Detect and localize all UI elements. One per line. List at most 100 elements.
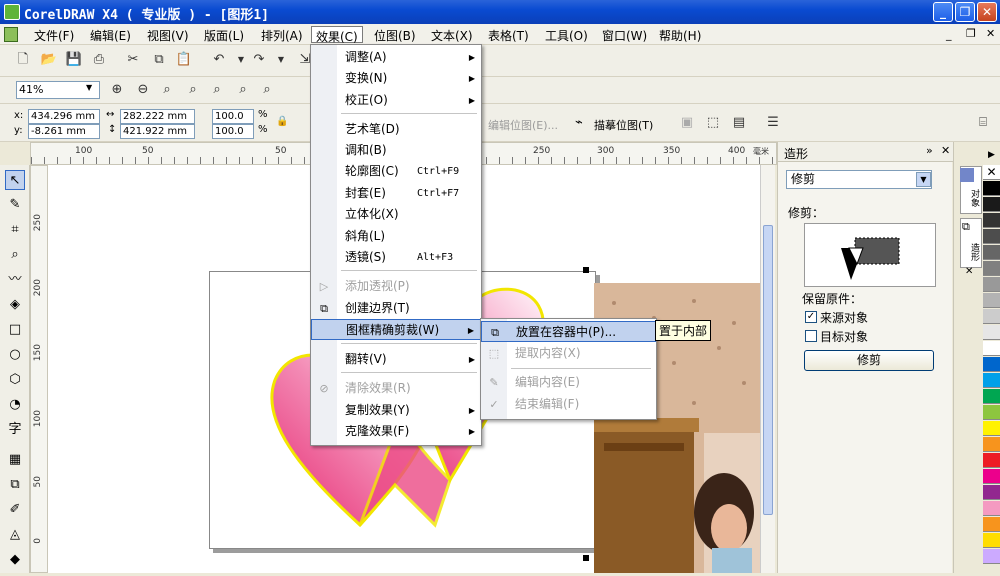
crop-tool-icon[interactable]: ⌗	[5, 220, 25, 240]
menu-effects[interactable]: 效果(C)	[311, 26, 363, 44]
palette-scroll-up-icon[interactable]: ▶	[983, 150, 1000, 164]
color-swatch[interactable]	[983, 197, 1000, 212]
lock-ratio-icon[interactable]: 🔒	[276, 116, 288, 127]
ellipse-tool-icon[interactable]: ○	[5, 345, 25, 365]
color-swatch[interactable]	[983, 533, 1000, 548]
color-swatch[interactable]	[983, 373, 1000, 388]
menu-window[interactable]: 窗口(W)	[598, 26, 651, 43]
eyedropper-tool-icon[interactable]: ✐	[5, 500, 25, 520]
rectangle-tool-icon[interactable]: □	[5, 320, 25, 340]
effects-menu-item[interactable]: 轮廓图(C) Ctrl+F9	[311, 161, 481, 182]
undo-dropdown-icon[interactable]: ▼	[232, 51, 250, 69]
menu-text[interactable]: 文本(X)	[427, 26, 477, 43]
color-swatch[interactable]	[983, 229, 1000, 244]
undo-icon[interactable]: ↶	[210, 51, 228, 69]
y-position-field[interactable]: -8.261 mm	[28, 124, 100, 139]
color-swatch[interactable]	[983, 277, 1000, 292]
zoom-in-icon[interactable]: ⊕	[108, 81, 126, 99]
shape-tool-icon[interactable]: ✎	[5, 195, 25, 215]
place-inside-container-item[interactable]: ⧉ 放置在容器中(P)...	[481, 321, 656, 342]
color-swatch[interactable]	[983, 293, 1000, 308]
menu-edit[interactable]: 编辑(E)	[86, 26, 135, 43]
crop-bitmap-icon[interactable]: ▣	[678, 114, 696, 132]
color-swatch[interactable]	[983, 421, 1000, 436]
effects-menu-item[interactable]: ▷ 添加透视(P)	[311, 276, 481, 297]
color-swatch[interactable]: ✕	[983, 165, 1000, 180]
color-swatch[interactable]	[983, 437, 1000, 452]
effects-menu-item[interactable]: 校正(O) ▶	[311, 90, 481, 111]
tab-close-icon[interactable]: ✕	[965, 266, 973, 277]
effects-menu-item[interactable]: 翻转(V) ▶	[311, 349, 481, 370]
color-swatch[interactable]	[983, 517, 1000, 532]
edit-bitmap-button[interactable]: 编辑位图(E)...	[488, 117, 558, 133]
cut-icon[interactable]: ✂	[124, 51, 142, 69]
doc-restore-button[interactable]: ❐	[966, 27, 976, 40]
trace-bitmap-button[interactable]: 描摹位图(T)	[594, 117, 653, 133]
effects-menu-item[interactable]: 立体化(X)	[311, 204, 481, 225]
finish-editing-item[interactable]: ✓ 结束编辑(F)	[481, 394, 656, 415]
menu-arrange[interactable]: 排列(A)	[257, 26, 307, 43]
pick-tool-icon[interactable]: ↖	[5, 170, 25, 190]
zoom-width-icon[interactable]: ⌕	[234, 81, 252, 99]
save-icon[interactable]: 💾	[65, 51, 83, 69]
docker-options-icon[interactable]: ⌸	[974, 114, 992, 132]
menu-tools[interactable]: 工具(O)	[541, 26, 592, 43]
smart-fill-tool-icon[interactable]: ◈	[5, 295, 25, 315]
docker-close-icon[interactable]: ✕	[941, 144, 950, 157]
effects-menu-item[interactable]: 封套(E) Ctrl+F7	[311, 183, 481, 204]
color-swatch[interactable]	[983, 325, 1000, 340]
color-swatch[interactable]	[983, 405, 1000, 420]
fill-tool-icon[interactable]: ◆	[5, 550, 25, 570]
effects-menu-item[interactable]: 调和(B)	[311, 140, 481, 161]
scale-x-field[interactable]: 100.0	[212, 109, 254, 124]
effects-menu-item[interactable]: 图框精确剪裁(W) ▶	[311, 319, 481, 340]
menu-help[interactable]: 帮助(H)	[655, 26, 705, 43]
effects-menu-item[interactable]: 变换(N) ▶	[311, 68, 481, 89]
zoom-height-icon[interactable]: ⌕	[258, 81, 276, 99]
color-swatch[interactable]	[983, 357, 1000, 372]
effects-menu-item[interactable]: 透镜(S) Alt+F3	[311, 247, 481, 268]
menu-view[interactable]: 视图(V)	[143, 26, 193, 43]
color-swatch[interactable]	[983, 485, 1000, 500]
extract-contents-item[interactable]: ⬚ 提取内容(X)	[481, 343, 656, 364]
menu-layout[interactable]: 版面(L)	[200, 26, 248, 43]
color-swatch[interactable]	[983, 389, 1000, 404]
edit-contents-item[interactable]: ✎ 编辑内容(E)	[481, 372, 656, 393]
source-object-checkbox[interactable]: ✓	[805, 311, 817, 323]
color-swatch[interactable]	[983, 549, 1000, 564]
close-button[interactable]: ✕	[977, 2, 997, 22]
menu-table[interactable]: 表格(T)	[484, 26, 533, 43]
scrollbar-thumb[interactable]	[763, 225, 773, 515]
redo-dropdown-icon[interactable]: ▼	[272, 51, 290, 69]
copy-icon[interactable]: ⧉	[150, 51, 168, 69]
trim-apply-button[interactable]: 修剪	[804, 350, 934, 371]
selection-handle[interactable]	[583, 555, 589, 561]
minimize-button[interactable]: _	[933, 2, 953, 22]
effects-menu-item[interactable]: 克隆效果(F) ▶	[311, 421, 481, 442]
scale-y-field[interactable]: 100.0	[212, 124, 254, 139]
effects-menu-item[interactable]: 复制效果(Y) ▶	[311, 400, 481, 421]
redo-icon[interactable]: ↷	[250, 51, 268, 69]
color-swatch[interactable]	[983, 213, 1000, 228]
print-icon[interactable]: ⎙	[90, 51, 108, 69]
doc-minimize-button[interactable]: _	[946, 28, 952, 41]
color-swatch[interactable]	[983, 309, 1000, 324]
chevron-down-icon[interactable]: ▼	[916, 172, 931, 187]
maximize-button[interactable]: ❐	[955, 2, 975, 22]
doc-close-button[interactable]: ✕	[986, 27, 995, 40]
target-object-checkbox[interactable]	[805, 330, 817, 342]
color-swatch[interactable]	[983, 261, 1000, 276]
menu-file[interactable]: 文件(F)	[30, 26, 78, 43]
polygon-tool-icon[interactable]: ⬡	[5, 370, 25, 390]
zoom-tool-icon[interactable]: ⌕	[5, 245, 25, 265]
x-position-field[interactable]: 434.296 mm	[28, 109, 100, 124]
table-tool-icon[interactable]: ▦	[5, 450, 25, 470]
text-tool-icon[interactable]: 字	[5, 420, 25, 440]
color-swatch[interactable]	[983, 469, 1000, 484]
resample-icon[interactable]: ⬚	[704, 114, 722, 132]
basic-shapes-tool-icon[interactable]: ◔	[5, 395, 25, 415]
zoom-out-icon[interactable]: ⊖	[134, 81, 152, 99]
effects-menu-item[interactable]: 斜角(L)	[311, 226, 481, 247]
vertical-scrollbar[interactable]	[760, 165, 775, 573]
selection-handle[interactable]	[583, 267, 589, 273]
